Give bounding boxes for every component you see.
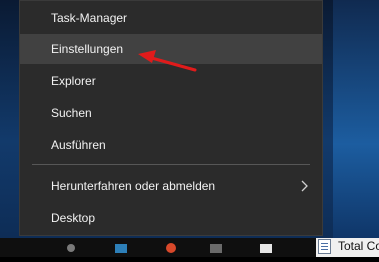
menu-item-label: Suchen	[51, 106, 92, 120]
taskbar-app-icon[interactable]	[255, 240, 277, 257]
menu-item-explorer[interactable]: Explorer	[20, 66, 322, 96]
menu-item-label: Einstellungen	[51, 42, 124, 56]
taskbar-app-icon[interactable]	[205, 240, 227, 257]
taskbar-app-icon[interactable]	[160, 240, 182, 257]
menu-item-task-manager[interactable]: Task-Manager	[20, 3, 322, 33]
app-icon	[115, 244, 127, 253]
taskbar: Total Co	[0, 238, 379, 257]
app-icon	[210, 244, 222, 253]
taskbar-total-commander[interactable]: Total Co	[316, 238, 379, 257]
chevron-right-icon	[301, 180, 308, 192]
app-icon	[67, 244, 75, 252]
menu-item-label: Explorer	[51, 74, 96, 88]
menu-item-shutdown[interactable]: Herunterfahren oder abmelden	[20, 171, 322, 201]
quick-link-menu: Task-Manager Einstellungen Explorer Such…	[19, 0, 323, 236]
menu-separator	[32, 164, 310, 165]
document-icon	[318, 239, 331, 254]
menu-item-desktop[interactable]: Desktop	[20, 203, 322, 233]
app-icon	[260, 244, 272, 253]
menu-item-label: Herunterfahren oder abmelden	[51, 179, 216, 193]
menu-item-label: Task-Manager	[51, 11, 128, 25]
app-icon	[166, 243, 176, 253]
menu-item-label: Desktop	[51, 211, 96, 225]
taskbar-app-icon[interactable]	[110, 240, 132, 257]
menu-item-suchen[interactable]: Suchen	[20, 98, 322, 128]
menu-item-ausfuehren[interactable]: Ausführen	[20, 130, 322, 160]
menu-item-einstellungen[interactable]: Einstellungen	[20, 34, 322, 64]
taskbar-app-icon[interactable]	[60, 240, 82, 257]
menu-item-label: Ausführen	[51, 138, 106, 152]
wallpaper-area	[333, 0, 379, 240]
taskbar-total-label: Total Co	[338, 239, 379, 253]
